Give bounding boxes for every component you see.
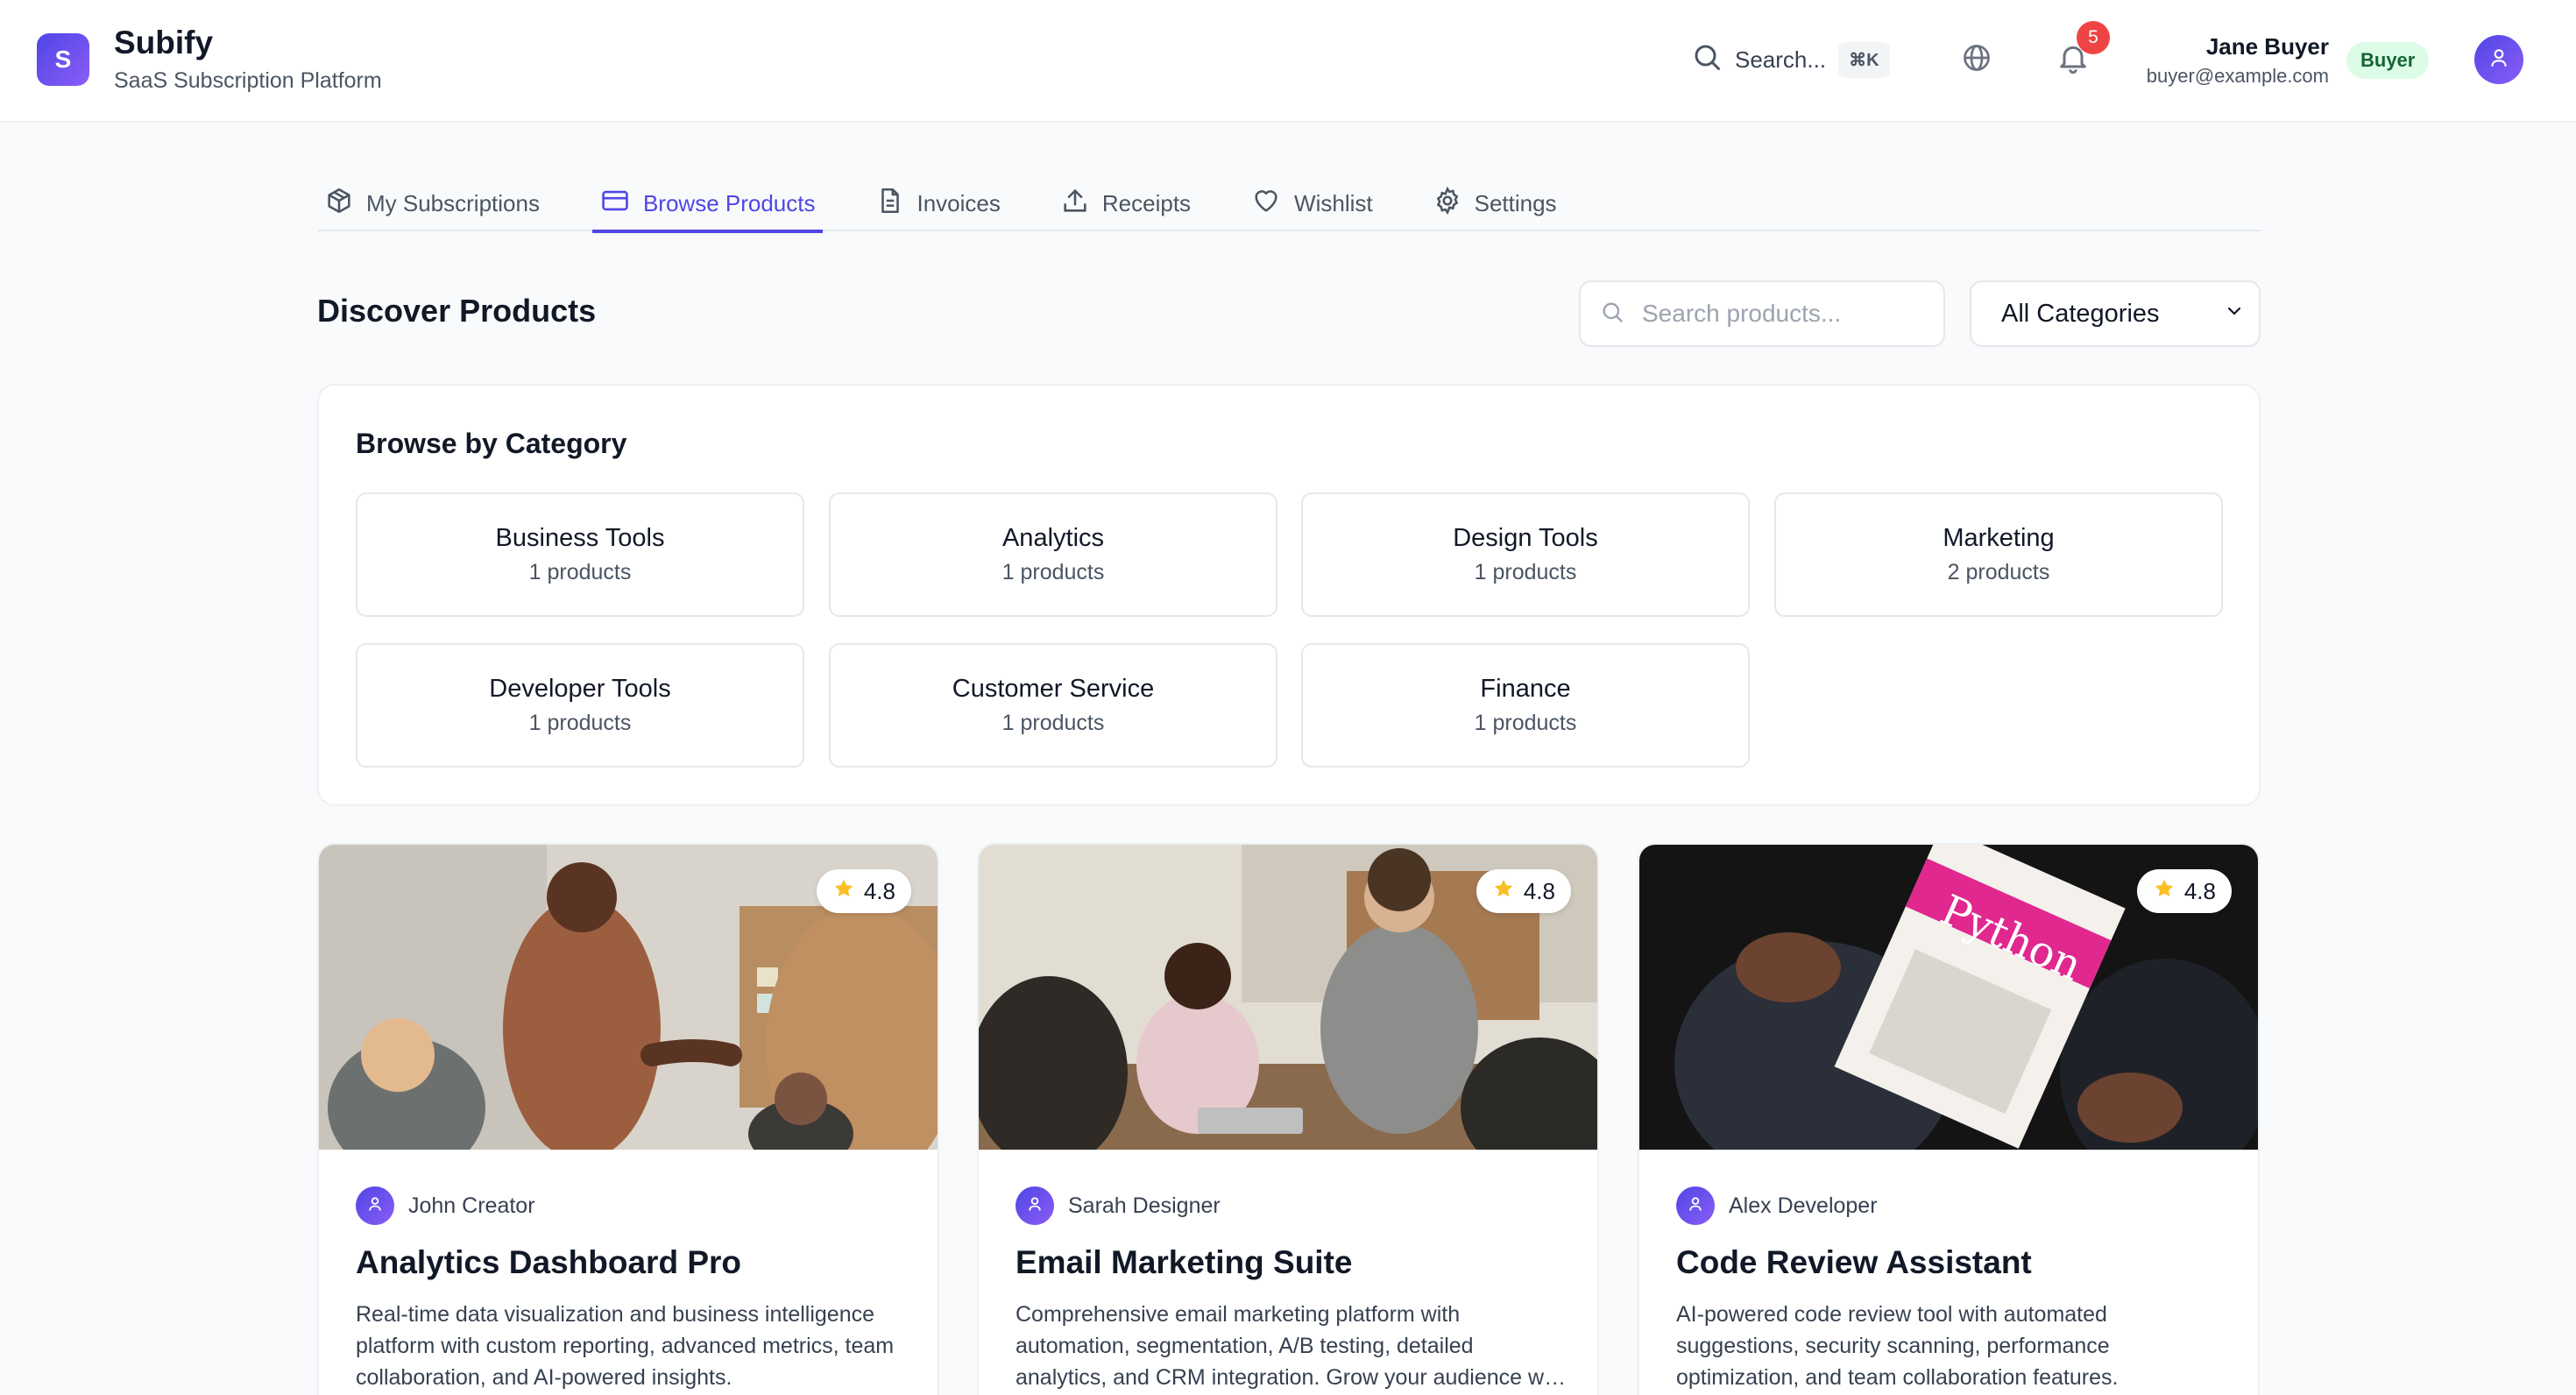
top-header: S Subify SaaS Subscription Platform Sear… bbox=[0, 0, 2576, 123]
category-name: Developer Tools bbox=[489, 675, 671, 703]
product-title[interactable]: Code Review Assistant bbox=[1676, 1244, 2032, 1281]
tab-label: Browse Products bbox=[642, 189, 816, 216]
product-card-email-marketing-suite[interactable]: 4.8 Sarah Designer Email Marketing Suite… bbox=[977, 843, 1599, 1395]
category-card-marketing[interactable]: Marketing 2 products bbox=[1774, 492, 2223, 617]
category-name: Design Tools bbox=[1453, 524, 1598, 552]
user-avatar-button[interactable] bbox=[2474, 35, 2523, 84]
globe-icon bbox=[1961, 42, 1992, 78]
category-count: 1 products bbox=[1001, 711, 1105, 735]
creator-avatar bbox=[1676, 1186, 1715, 1225]
notification-count-badge: 5 bbox=[2077, 21, 2110, 54]
card-icon bbox=[599, 186, 631, 222]
category-name: Customer Service bbox=[952, 675, 1155, 703]
user-name: Jane Buyer bbox=[2205, 33, 2329, 60]
app-logo[interactable]: S bbox=[37, 33, 89, 86]
tab-label: Receipts bbox=[1101, 189, 1192, 216]
rating-badge: 4.8 bbox=[1476, 869, 1571, 913]
user-icon bbox=[1687, 1195, 1704, 1217]
category-count: 1 products bbox=[1474, 711, 1577, 735]
category-filter-value: All Categories bbox=[2001, 299, 2160, 328]
category-count: 1 products bbox=[528, 560, 632, 584]
tab-my-subscriptions[interactable]: My Subscriptions bbox=[317, 175, 547, 231]
star-icon bbox=[2153, 877, 2176, 906]
heart-icon bbox=[1250, 186, 1282, 222]
product-title[interactable]: Analytics Dashboard Pro bbox=[356, 1244, 741, 1281]
tab-label: Invoices bbox=[916, 189, 1001, 216]
global-search-label: Search... bbox=[1735, 46, 1827, 73]
tab-wishlist[interactable]: Wishlist bbox=[1243, 175, 1380, 231]
user-icon bbox=[2488, 46, 2510, 74]
rating-badge: 4.8 bbox=[816, 869, 911, 913]
global-search-button[interactable]: Search... ⌘K bbox=[1691, 35, 1890, 84]
tab-label: Settings bbox=[1474, 189, 1557, 216]
app-name: Subify bbox=[114, 25, 214, 60]
star-icon bbox=[1492, 877, 1515, 906]
user-icon bbox=[1026, 1195, 1044, 1217]
creator-row: John Creator bbox=[356, 1186, 535, 1225]
product-card-code-review-assistant[interactable]: Python 4.8 Alex Developer Code Review As… bbox=[1638, 843, 2260, 1395]
tab-label: My Subscriptions bbox=[366, 189, 540, 216]
search-shortcut-badge: ⌘K bbox=[1838, 41, 1890, 78]
search-icon bbox=[1600, 300, 1624, 329]
app-subtitle: SaaS Subscription Platform bbox=[114, 68, 382, 93]
creator-avatar bbox=[356, 1186, 394, 1225]
category-card-analytics[interactable]: Analytics 1 products bbox=[829, 492, 1277, 617]
package-icon bbox=[324, 186, 354, 222]
upload-icon bbox=[1060, 186, 1090, 222]
user-icon bbox=[366, 1195, 384, 1217]
category-count: 1 products bbox=[1001, 560, 1105, 584]
search-icon bbox=[1691, 41, 1723, 79]
chevron-down-icon bbox=[2224, 300, 2245, 329]
creator-name: Alex Developer bbox=[1729, 1193, 1878, 1218]
category-name: Finance bbox=[1480, 675, 1571, 703]
browse-by-category-panel: Browse by Category Business Tools 1 prod… bbox=[317, 384, 2261, 806]
rating-value: 4.8 bbox=[863, 877, 895, 904]
user-email: buyer@example.com bbox=[2146, 65, 2329, 87]
product-title[interactable]: Email Marketing Suite bbox=[1016, 1244, 1353, 1281]
product-description: AI-powered code review tool with automat… bbox=[1676, 1302, 2119, 1390]
tab-browse-products[interactable]: Browse Products bbox=[591, 175, 823, 233]
gear-icon bbox=[1433, 186, 1462, 222]
creator-row: Alex Developer bbox=[1676, 1186, 1878, 1225]
star-icon bbox=[832, 877, 855, 906]
language-button[interactable] bbox=[1956, 39, 1998, 81]
document-icon bbox=[875, 186, 905, 222]
product-search-field[interactable] bbox=[1579, 280, 1945, 347]
category-filter-select[interactable]: All Categories bbox=[1970, 280, 2261, 347]
product-search-input[interactable] bbox=[1642, 300, 1922, 328]
rating-value: 4.8 bbox=[1523, 877, 1555, 904]
tab-invoices[interactable]: Invoices bbox=[868, 175, 1008, 231]
role-badge: Buyer bbox=[2346, 42, 2430, 79]
rating-badge: 4.8 bbox=[2136, 869, 2232, 913]
creator-name: Sarah Designer bbox=[1068, 1193, 1221, 1218]
category-card-developer-tools[interactable]: Developer Tools 1 products bbox=[356, 643, 804, 768]
category-card-customer-service[interactable]: Customer Service 1 products bbox=[829, 643, 1277, 768]
tab-receipts[interactable]: Receipts bbox=[1053, 175, 1198, 231]
creator-name: John Creator bbox=[408, 1193, 535, 1218]
category-name: Business Tools bbox=[495, 524, 665, 552]
section-title: Browse by Category bbox=[356, 428, 627, 459]
category-name: Analytics bbox=[1001, 524, 1105, 552]
category-card-business-tools[interactable]: Business Tools 1 products bbox=[356, 492, 804, 617]
page-title: Discover Products bbox=[317, 293, 597, 329]
category-count: 1 products bbox=[528, 711, 632, 735]
category-card-finance[interactable]: Finance 1 products bbox=[1301, 643, 1750, 768]
category-count: 2 products bbox=[1947, 560, 2050, 584]
product-card-analytics-dashboard-pro[interactable]: 4.8 John Creator Analytics Dashboard Pro… bbox=[317, 843, 939, 1395]
product-description: Comprehensive email marketing platform w… bbox=[1016, 1302, 1568, 1390]
rating-value: 4.8 bbox=[2183, 877, 2216, 904]
category-name: Marketing bbox=[1943, 524, 2055, 552]
creator-row: Sarah Designer bbox=[1016, 1186, 1221, 1225]
product-description: Real-time data visualization and busines… bbox=[356, 1302, 895, 1390]
category-count: 1 products bbox=[1474, 560, 1577, 584]
main-tabs: My Subscriptions Browse Products Invoice… bbox=[317, 175, 2261, 233]
tab-settings[interactable]: Settings bbox=[1426, 175, 1564, 231]
tab-label: Wishlist bbox=[1294, 189, 1373, 216]
creator-avatar bbox=[1016, 1186, 1054, 1225]
category-card-design-tools[interactable]: Design Tools 1 products bbox=[1301, 492, 1750, 617]
